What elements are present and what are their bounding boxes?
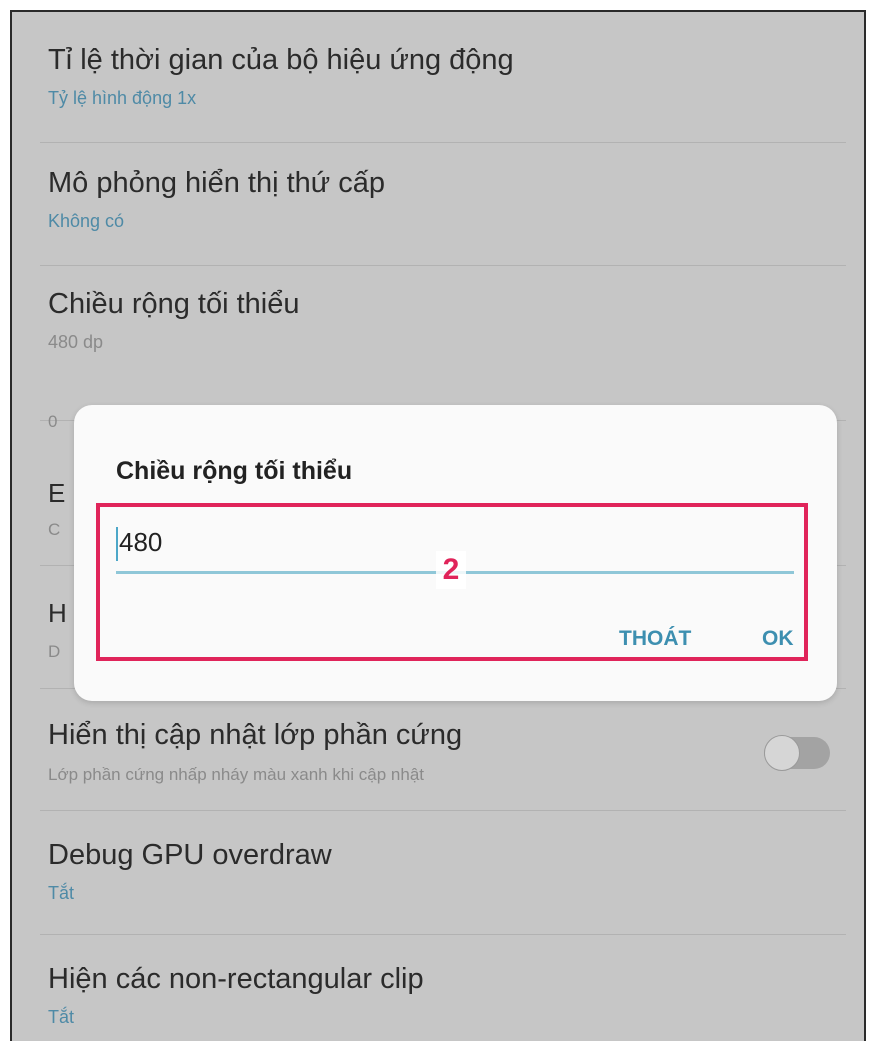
setting-title: Debug GPU overdraw — [48, 839, 332, 871]
setting-subtitle: Không có — [48, 211, 125, 231]
hidden-row-b-subtitle-fragment: C — [48, 520, 61, 539]
cancel-button[interactable]: THOÁT — [619, 627, 691, 651]
input-value: 480 — [119, 527, 163, 557]
setting-debug-gpu-overdraw[interactable]: Debug GPU overdraw Tắt — [12, 811, 864, 933]
setting-title: Tỉ lệ thời gian của bộ hiệu ứng động — [48, 44, 514, 76]
setting-subtitle: Tắt — [48, 883, 75, 903]
setting-animator-duration-scale[interactable]: Tỉ lệ thời gian của bộ hiệu ứng động Tỷ … — [12, 12, 864, 142]
setting-subtitle: Tỷ lệ hình động 1x — [48, 88, 197, 108]
setting-smallest-width[interactable]: Chiều rộng tối thiểu 480 dp — [12, 266, 864, 386]
hidden-row-c-subtitle-fragment: D — [48, 642, 61, 661]
ok-button[interactable]: OK — [762, 627, 794, 651]
setting-title: Hiện các non-rectangular clip — [48, 963, 424, 995]
toggle-knob — [764, 735, 800, 771]
toggle-off-icon[interactable] — [764, 735, 830, 771]
setting-simulate-secondary-display[interactable]: Mô phỏng hiển thị thứ cấp Không có — [12, 143, 864, 265]
setting-title: Mô phỏng hiển thị thứ cấp — [48, 167, 386, 199]
hidden-row-c-title-fragment: H — [48, 598, 67, 628]
hidden-row-a-fragment: 0 — [48, 412, 58, 431]
settings-screen: Tỉ lệ thời gian của bộ hiệu ứng động Tỷ … — [10, 10, 866, 1041]
setting-show-non-rect-clip[interactable]: Hiện các non-rectangular clip Tắt — [12, 935, 864, 1041]
dialog-title: Chiều rộng tối thiểu — [116, 457, 353, 485]
text-cursor — [116, 527, 118, 561]
setting-title: Chiều rộng tối thiểu — [48, 288, 300, 320]
setting-title: Hiển thị cập nhật lớp phần cứng — [48, 719, 463, 751]
setting-subtitle: Lớp phần cứng nhấp nháy màu xanh khi cập… — [48, 765, 425, 784]
setting-subtitle: 480 dp — [48, 332, 104, 352]
setting-subtitle: Tắt — [48, 1007, 75, 1027]
annotation-step-number: 2 — [436, 551, 466, 589]
smallest-width-dialog: Chiều rộng tối thiểu 480 2 THOÁT OK — [74, 405, 837, 701]
setting-show-hw-layers-updates[interactable]: Hiển thị cập nhật lớp phần cứng Lớp phần… — [12, 689, 864, 810]
hidden-row-b-title-fragment: E — [48, 478, 66, 508]
